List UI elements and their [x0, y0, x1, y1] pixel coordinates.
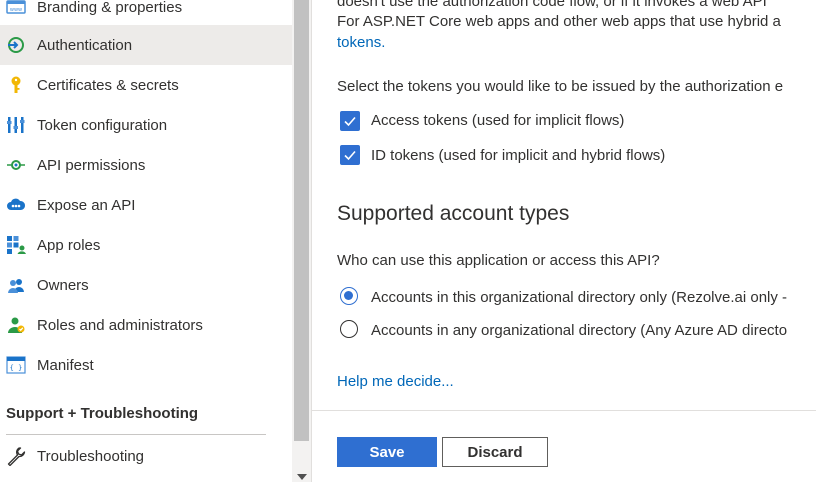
cloud-api-icon: [6, 195, 26, 215]
sidebar-item-troubleshooting[interactable]: Troubleshooting: [0, 436, 292, 476]
scrollbar-thumb[interactable]: [294, 0, 309, 441]
sidebar-item-api-permissions[interactable]: API permissions: [0, 145, 292, 185]
sidebar-item-app-roles[interactable]: App roles: [0, 225, 292, 265]
sidebar-item-label: Token configuration: [37, 116, 168, 134]
checkmark-icon: [344, 116, 356, 127]
sidebar-item-roles-administrators[interactable]: Roles and administrators: [0, 305, 292, 345]
sidebar-item-expose-api[interactable]: Expose an API: [0, 185, 292, 225]
help-me-decide-link[interactable]: Help me decide...: [337, 373, 454, 390]
owners-icon: [6, 275, 26, 295]
wrench-icon: [6, 446, 26, 466]
sidebar-item-token-configuration[interactable]: Token configuration: [0, 105, 292, 145]
intro-text-line2: For ASP.NET Core web apps and other web …: [337, 13, 781, 30]
sidebar-item-label: Troubleshooting: [37, 447, 145, 465]
access-tokens-checkbox[interactable]: [340, 111, 360, 131]
sidebar-item-certificates[interactable]: Certificates & secrets: [0, 65, 292, 105]
token-configuration-icon: [6, 115, 26, 135]
sidebar-item-label: Expose an API: [37, 196, 136, 214]
intro-text-line1: doesn't use the authorization code flow,…: [337, 0, 767, 10]
sidebar-item-label: Manifest: [37, 356, 94, 374]
sidebar-item-label: Authentication: [37, 36, 133, 54]
api-permissions-icon: [6, 155, 26, 175]
sidebar-item-label: Roles and administrators: [37, 316, 203, 334]
id-tokens-label[interactable]: ID tokens (used for implicit and hybrid …: [371, 147, 665, 164]
sidebar-item-label: Certificates & secrets: [37, 76, 179, 94]
multi-tenant-label[interactable]: Accounts in any organizational directory…: [371, 322, 787, 339]
sidebar-item-authentication[interactable]: Authentication: [0, 25, 292, 65]
key-icon: [6, 75, 26, 95]
main-content: doesn't use the authorization code flow,…: [312, 0, 816, 482]
roles-admin-icon: [6, 315, 26, 335]
account-types-heading: Supported account types: [337, 202, 570, 225]
who-can-use-text: Who can use this application or access t…: [337, 252, 660, 269]
single-tenant-radio[interactable]: [340, 287, 358, 305]
checkmark-icon: [344, 150, 356, 161]
manifest-icon: { }: [6, 355, 26, 375]
app-roles-icon: [6, 235, 26, 255]
section-divider: [6, 434, 266, 435]
multi-tenant-radio[interactable]: [340, 320, 358, 338]
footer-divider: [312, 410, 816, 411]
sidebar-item-label: Branding & properties: [37, 0, 183, 16]
single-tenant-label[interactable]: Accounts in this organizational director…: [371, 289, 787, 306]
id-tokens-checkbox[interactable]: [340, 145, 360, 165]
svg-text:{ }: { }: [10, 364, 23, 372]
sidebar: www Branding & properties Authentication…: [0, 0, 292, 482]
tokens-link[interactable]: tokens.: [337, 34, 385, 51]
svg-text:www: www: [10, 7, 22, 13]
section-header-support: Support + Troubleshooting: [6, 405, 199, 422]
scroll-down-arrow-icon[interactable]: [297, 474, 307, 480]
sidebar-item-manifest[interactable]: { } Manifest: [0, 345, 292, 385]
authentication-icon: [6, 35, 26, 55]
discard-button[interactable]: Discard: [442, 437, 548, 467]
branding-icon: www: [6, 0, 26, 17]
sidebar-item-label: API permissions: [37, 156, 146, 174]
sidebar-scrollbar[interactable]: [292, 0, 311, 482]
sidebar-item-branding[interactable]: www Branding & properties: [0, 0, 292, 27]
sidebar-item-label: App roles: [37, 236, 101, 254]
sidebar-item-label: Owners: [37, 276, 89, 294]
save-button[interactable]: Save: [337, 437, 437, 467]
access-tokens-label[interactable]: Access tokens (used for implicit flows): [371, 112, 624, 129]
sidebar-item-owners[interactable]: Owners: [0, 265, 292, 305]
select-tokens-text: Select the tokens you would like to be i…: [337, 78, 784, 95]
